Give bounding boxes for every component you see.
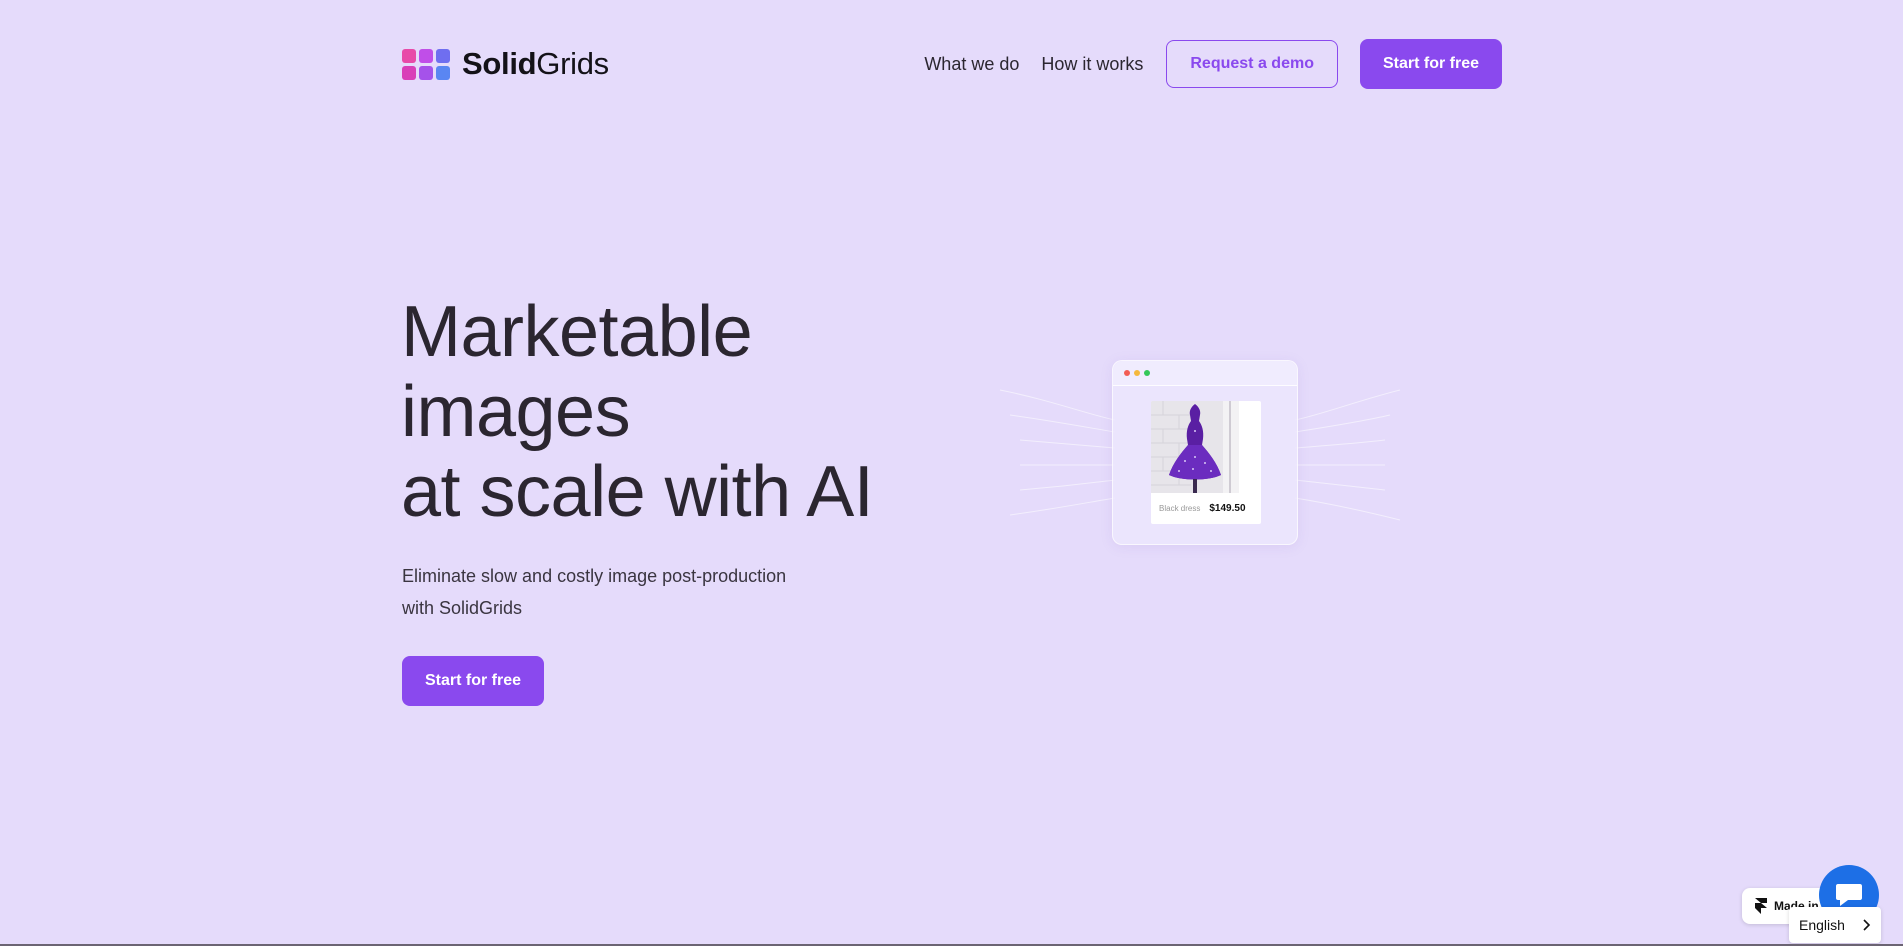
product-price: $149.50 xyxy=(1209,503,1246,514)
hero-title: Marketable images at scale with AI xyxy=(401,292,874,532)
language-label: English xyxy=(1799,917,1845,933)
start-free-nav-button[interactable]: Start for free xyxy=(1359,39,1502,89)
top-nav: What we do How it works Request a demo S… xyxy=(924,39,1502,89)
product-card: Black dress $149.50 xyxy=(1151,401,1261,524)
nav-link-what-we-do[interactable]: What we do xyxy=(924,54,1019,75)
product-name: Black dress xyxy=(1159,504,1201,513)
framer-logo-icon xyxy=(1755,898,1767,914)
chevron-right-icon xyxy=(1863,919,1871,931)
brand-wordmark-light: Grids xyxy=(536,46,609,81)
product-info: Black dress $149.50 xyxy=(1151,493,1261,524)
brand-wordmark-bold: Solid xyxy=(462,46,537,81)
nav-link-how-it-works[interactable]: How it works xyxy=(1041,54,1143,75)
brand-logo[interactable]: SolidGrids xyxy=(402,46,609,82)
logo-grid-icon xyxy=(402,48,450,80)
dress-product-image xyxy=(1151,401,1239,493)
hero-title-line: images xyxy=(401,372,631,452)
product-mockup-window: Black dress $149.50 xyxy=(1112,360,1298,545)
page: SolidGrids What we do How it works Reque… xyxy=(0,0,1903,946)
request-demo-button[interactable]: Request a demo xyxy=(1166,40,1338,88)
hero-title-line: Marketable xyxy=(401,292,753,372)
window-maximize-dot xyxy=(1144,370,1150,376)
hero-subtitle: Eliminate slow and costly image post-pro… xyxy=(402,566,787,618)
brand-wordmark: SolidGrids xyxy=(462,46,609,82)
window-minimize-dot xyxy=(1134,370,1140,376)
hero-title-line: at scale with AI xyxy=(401,452,874,532)
start-free-hero-button[interactable]: Start for free xyxy=(402,656,545,706)
window-close-dot xyxy=(1124,370,1130,376)
chat-icon xyxy=(1836,884,1862,906)
mockup-titlebar xyxy=(1113,361,1297,386)
language-selector[interactable]: English xyxy=(1789,907,1881,943)
